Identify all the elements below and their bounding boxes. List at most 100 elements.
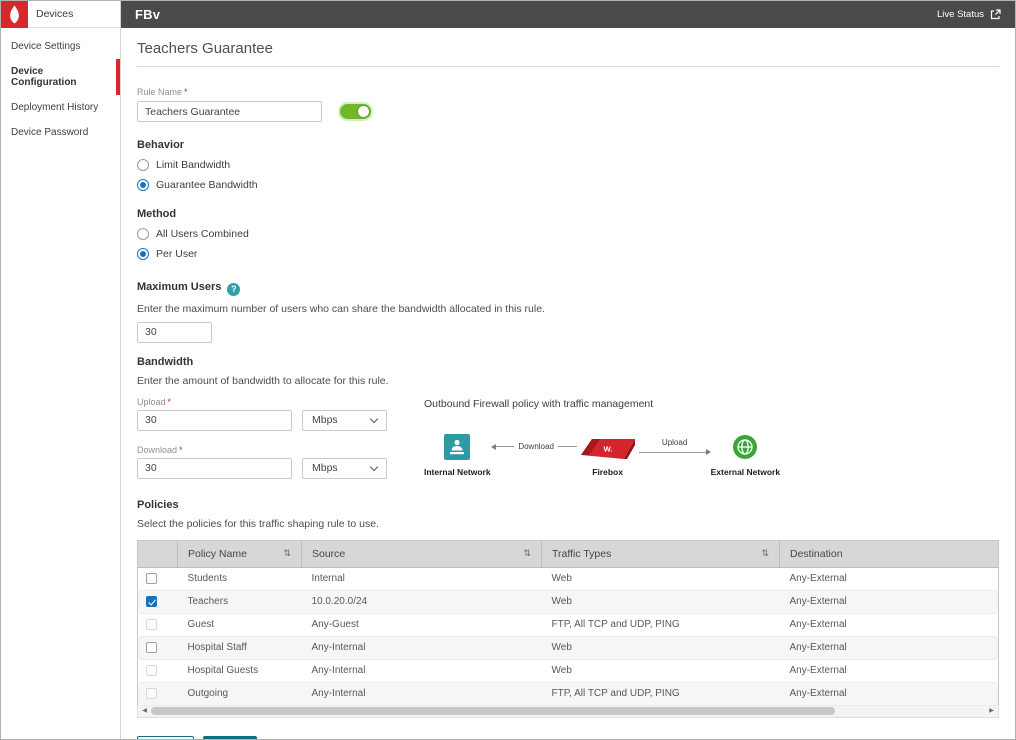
rule-name-input[interactable]	[137, 101, 322, 122]
device-title: FBv	[135, 7, 160, 22]
maximum-users-input[interactable]	[137, 322, 212, 343]
cell-traffic-types: Web	[542, 659, 780, 682]
firebox-icon: W.	[579, 434, 637, 460]
radio-label: Guarantee Bandwidth	[156, 179, 258, 191]
cell-policy-name: Outgoing	[178, 682, 302, 705]
scroll-left-button[interactable]: ◀	[138, 705, 151, 717]
maximum-users-section: Maximum Users? Enter the maximum number …	[137, 277, 999, 343]
external-network-icon	[732, 434, 758, 460]
diagram-caption: Outbound Firewall policy with traffic ma…	[424, 398, 780, 410]
external-link-icon	[990, 9, 1001, 20]
policy-checkbox[interactable]	[146, 619, 157, 630]
cell-source: 10.0.20.0/24	[302, 590, 542, 613]
cell-policy-name: Students	[178, 567, 302, 590]
main-area: FBv Live Status Teachers Guarantee Rule …	[121, 1, 1015, 739]
radio-icon	[137, 179, 149, 191]
table-horizontal-scrollbar[interactable]: ◀ ▶	[137, 706, 999, 718]
policy-checkbox[interactable]	[146, 688, 157, 699]
table-row-guest: Guest Any-Guest FTP, All TCP and UDP, PI…	[138, 613, 999, 636]
column-header-source[interactable]: Source⇅	[302, 540, 542, 567]
scrollbar-track[interactable]	[151, 706, 985, 717]
policy-checkbox[interactable]	[146, 596, 157, 607]
behavior-heading: Behavior	[137, 139, 999, 151]
save-button[interactable]: SAVE	[203, 736, 257, 740]
cell-source: Any-Internal	[302, 636, 542, 659]
bandwidth-description: Enter the amount of bandwidth to allocat…	[137, 375, 999, 387]
cell-traffic-types: Web	[542, 590, 780, 613]
radio-limit-bandwidth[interactable]: Limit Bandwidth	[137, 159, 230, 171]
radio-all-users-combined[interactable]: All Users Combined	[137, 228, 249, 240]
column-header-destination: Destination	[780, 540, 999, 567]
live-status-label: Live Status	[937, 9, 984, 20]
required-asterisk: *	[179, 445, 183, 455]
method-section: Method All Users Combined Per User	[137, 208, 999, 260]
firebox-node: W. Firebox	[577, 434, 639, 477]
column-header-policy-name[interactable]: Policy Name⇅	[178, 540, 302, 567]
cell-destination: Any-External	[780, 682, 999, 705]
policies-table: Policy Name⇅ Source⇅ Traffic Types⇅ Dest…	[137, 540, 999, 706]
cell-policy-name: Guest	[178, 613, 302, 636]
download-unit-value: Mbps	[312, 462, 338, 474]
cell-policy-name: Hospital Guests	[178, 659, 302, 682]
radio-icon	[137, 248, 149, 260]
firebox-label: Firebox	[592, 467, 623, 477]
download-arrow-label: Download	[514, 442, 558, 451]
download-label: Download*	[137, 445, 424, 455]
radio-per-user[interactable]: Per User	[137, 248, 197, 260]
cell-source: Any-Internal	[302, 659, 542, 682]
cell-destination: Any-External	[780, 590, 999, 613]
app-window: Devices Device Settings Device Configura…	[0, 0, 1016, 740]
sidebar-item-deployment-history[interactable]: Deployment History	[1, 95, 120, 120]
external-network-node: External Network	[711, 434, 780, 477]
sidebar-item-device-configuration[interactable]: Device Configuration	[1, 59, 120, 95]
radio-icon	[137, 159, 149, 171]
cell-source: Any-Guest	[302, 613, 542, 636]
sort-icon[interactable]: ⇅	[283, 549, 291, 559]
sidebar-item-device-password[interactable]: Device Password	[1, 120, 120, 145]
cell-destination: Any-External	[780, 613, 999, 636]
bandwidth-heading: Bandwidth	[137, 356, 999, 368]
sidebar-item-device-settings[interactable]: Device Settings	[1, 34, 120, 59]
upload-label: Upload*	[137, 397, 424, 407]
cell-traffic-types: FTP, All TCP and UDP, PING	[542, 682, 780, 705]
radio-label: Per User	[156, 248, 197, 260]
watchguard-logo-icon	[1, 1, 28, 28]
internal-network-icon	[444, 434, 470, 460]
cell-traffic-types: FTP, All TCP and UDP, PING	[542, 613, 780, 636]
radio-guarantee-bandwidth[interactable]: Guarantee Bandwidth	[137, 179, 258, 191]
back-button[interactable]: BACK	[137, 736, 194, 740]
maximum-users-description: Enter the maximum number of users who ca…	[137, 303, 999, 315]
rule-enabled-toggle[interactable]	[340, 104, 371, 119]
download-input[interactable]	[137, 458, 292, 479]
policies-section: Policies Select the policies for this tr…	[137, 499, 999, 718]
live-status-link[interactable]: Live Status	[937, 9, 1001, 20]
cell-destination: Any-External	[780, 567, 999, 590]
cell-source: Any-Internal	[302, 682, 542, 705]
cell-policy-name: Teachers	[178, 590, 302, 613]
radio-icon	[137, 228, 149, 240]
policy-checkbox[interactable]	[146, 665, 157, 676]
radio-label: All Users Combined	[156, 228, 249, 240]
download-unit-select[interactable]: Mbps	[302, 458, 387, 479]
upload-input[interactable]	[137, 410, 292, 431]
policy-checkbox[interactable]	[146, 642, 157, 653]
radio-label: Limit Bandwidth	[156, 159, 230, 171]
scroll-right-button[interactable]: ▶	[985, 705, 998, 717]
column-header-traffic-types[interactable]: Traffic Types⇅	[542, 540, 780, 567]
download-arrow: Download	[491, 434, 577, 460]
cell-traffic-types: Web	[542, 567, 780, 590]
page-content: Teachers Guarantee Rule Name* Behavior L…	[121, 28, 1015, 739]
chevron-down-icon	[370, 462, 378, 470]
policy-checkbox[interactable]	[146, 573, 157, 584]
scrollbar-thumb[interactable]	[151, 707, 835, 715]
cell-traffic-types: Web	[542, 636, 780, 659]
column-header-checkbox	[138, 540, 178, 567]
rule-name-block: Rule Name*	[137, 87, 999, 122]
upload-unit-select[interactable]: Mbps	[302, 410, 387, 431]
sidebar-menu: Device Settings Device Configuration Dep…	[1, 28, 120, 145]
help-icon[interactable]: ?	[227, 283, 240, 296]
behavior-section: Behavior Limit Bandwidth Guarantee Bandw…	[137, 139, 999, 191]
sort-icon[interactable]: ⇅	[761, 549, 769, 559]
sort-icon[interactable]: ⇅	[523, 549, 531, 559]
bandwidth-fields: Upload* Mbps Download*	[137, 397, 424, 479]
